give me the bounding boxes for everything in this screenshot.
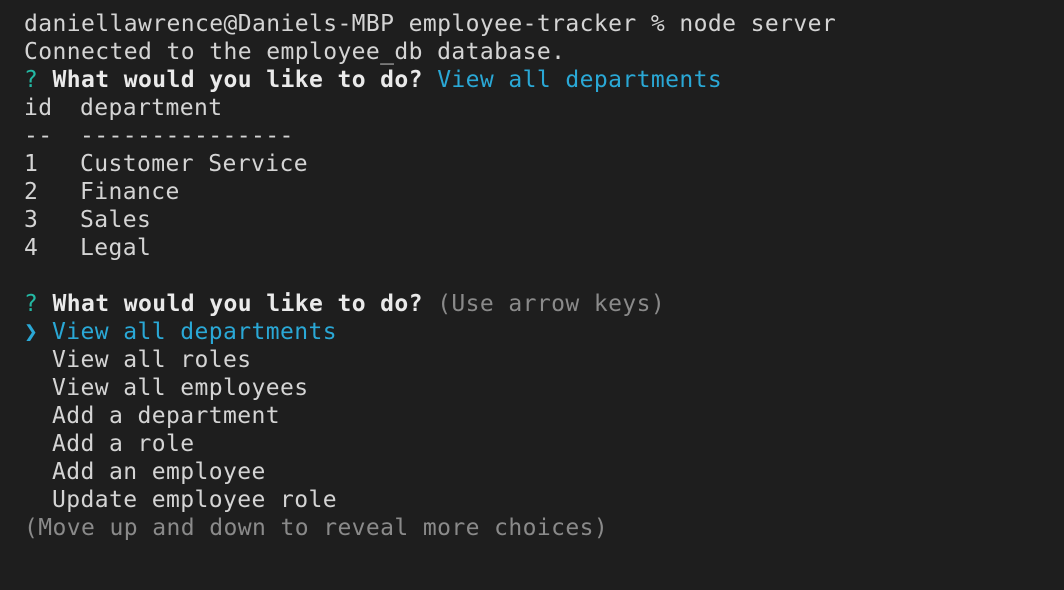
connected-message: Connected to the employee_db database. bbox=[24, 39, 566, 65]
table-separator-id: -- bbox=[24, 123, 53, 149]
choice-item[interactable]: Add a role bbox=[24, 430, 1064, 458]
choice-label: View all roles bbox=[52, 347, 252, 373]
terminal-window[interactable]: daniellawrence@Daniels-MBP employee-trac… bbox=[0, 0, 1064, 590]
choice-item[interactable]: View all roles bbox=[24, 346, 1064, 374]
prompt-message: What would you like to do? bbox=[52, 291, 423, 317]
table-cell-department: Legal bbox=[80, 235, 152, 261]
table-header-department: department bbox=[80, 95, 223, 121]
choice-label: Add a role bbox=[52, 431, 195, 457]
table-cell-department: Sales bbox=[80, 207, 152, 233]
table-header: id department bbox=[24, 94, 1064, 122]
prompt-hint: (Use arrow keys) bbox=[437, 291, 666, 317]
prompt-answered: ? What would you like to do? View all de… bbox=[24, 66, 1064, 94]
pointer-icon: ❯ bbox=[24, 319, 39, 345]
table-cell-id: 4 bbox=[24, 235, 39, 261]
table-cell-department: Customer Service bbox=[80, 151, 308, 177]
question-mark-icon: ? bbox=[24, 291, 39, 317]
choice-item[interactable]: Add a department bbox=[24, 402, 1064, 430]
table-cell-department: Finance bbox=[80, 179, 180, 205]
choice-label: View all departments bbox=[52, 319, 337, 345]
command-line: daniellawrence@Daniels-MBP employee-trac… bbox=[24, 11, 837, 37]
table-separator-department: --------------- bbox=[80, 123, 294, 149]
question-mark-icon: ? bbox=[24, 67, 39, 93]
choice-label: Add a department bbox=[52, 403, 280, 429]
table-row: 1 Customer Service bbox=[24, 150, 1064, 178]
prompt-message: What would you like to do? bbox=[52, 67, 423, 93]
choice-label: Update employee role bbox=[52, 487, 337, 513]
footer-hint: (Move up and down to reveal more choices… bbox=[24, 515, 609, 541]
choice-item-selected[interactable]: ❯ View all departments bbox=[24, 318, 1064, 346]
table-row: 3 Sales bbox=[24, 206, 1064, 234]
table-row: 4 Legal bbox=[24, 234, 1064, 262]
table-row: 2 Finance bbox=[24, 178, 1064, 206]
choice-label: View all employees bbox=[52, 375, 309, 401]
table-separator: -- --------------- bbox=[24, 122, 1064, 150]
choice-item[interactable]: View all employees bbox=[24, 374, 1064, 402]
table-cell-id: 1 bbox=[24, 151, 39, 177]
choice-item[interactable]: Update employee role bbox=[24, 486, 1064, 514]
table-cell-id: 3 bbox=[24, 207, 39, 233]
prompt-answer: View all departments bbox=[437, 67, 723, 93]
choice-label: Add an employee bbox=[52, 459, 266, 485]
table-header-id: id bbox=[24, 95, 53, 121]
table-cell-id: 2 bbox=[24, 179, 39, 205]
choice-item[interactable]: Add an employee bbox=[24, 458, 1064, 486]
prompt-active: ? What would you like to do? (Use arrow … bbox=[24, 290, 1064, 318]
